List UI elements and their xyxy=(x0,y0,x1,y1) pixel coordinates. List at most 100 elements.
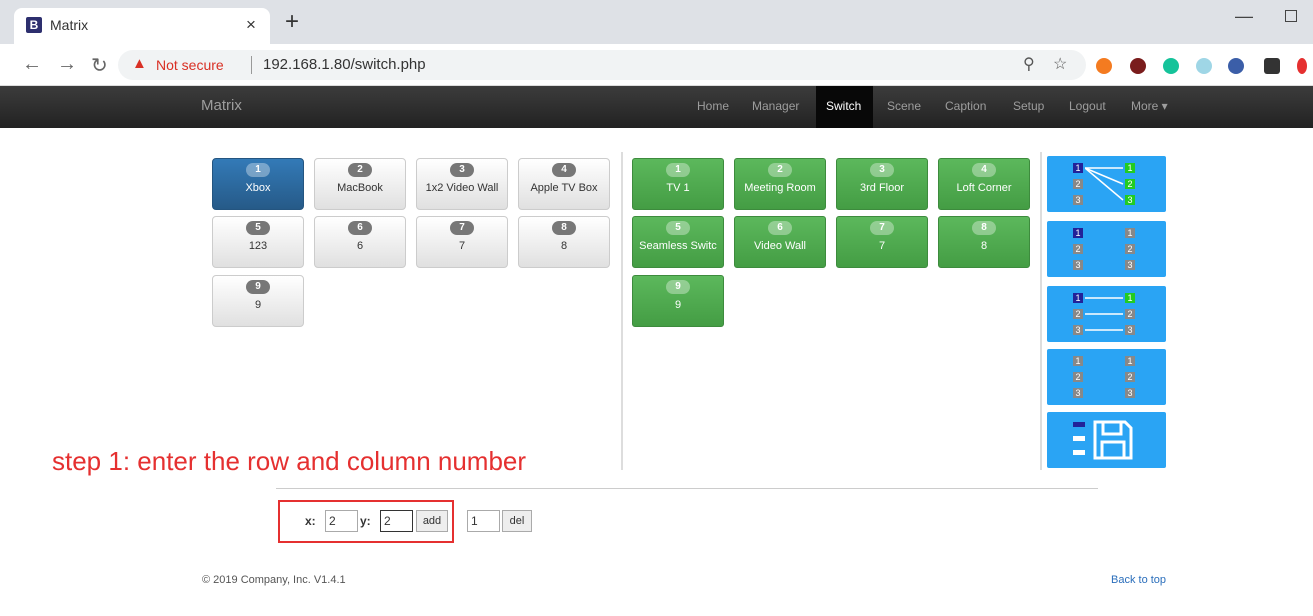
source-number-badge: 4 xyxy=(552,163,576,177)
destination-button[interactable]: 5 Seamless Switc xyxy=(632,216,724,268)
preset-clear-button[interactable]: 1 2 3 1 2 3 xyxy=(1047,221,1166,277)
back-to-top-link[interactable]: Back to top xyxy=(1111,574,1166,586)
nav-scene[interactable]: Scene xyxy=(887,99,921,113)
omnibox[interactable]: ▲ Not secure 192.168.1.80/switch.php ⚲ ☆ xyxy=(118,50,1086,80)
extension-icon[interactable] xyxy=(1096,58,1112,74)
preset-output-number: 1 xyxy=(1125,356,1135,366)
source-button[interactable]: 3 1x2 Video Wall xyxy=(416,158,508,210)
zoom-icon[interactable]: ⚲ xyxy=(1023,54,1035,74)
restore-window-icon[interactable] xyxy=(1285,10,1297,22)
extension-icon[interactable] xyxy=(1228,58,1244,74)
source-button[interactable]: 1 Xbox xyxy=(212,158,304,210)
source-button[interactable]: 4 Apple TV Box xyxy=(518,158,610,210)
site-navbar: Matrix Home Manager Switch Scene Caption… xyxy=(0,86,1313,128)
puzzle-extensions-icon[interactable] xyxy=(1264,58,1280,74)
preset-output-number: 3 xyxy=(1125,260,1135,270)
x-label: x: xyxy=(305,514,316,528)
destination-label: 8 xyxy=(980,240,988,252)
preset-output-number: 2 xyxy=(1125,244,1135,254)
preset-diagonal-button[interactable]: 1 2 3 1 2 3 xyxy=(1047,156,1166,212)
destination-button[interactable]: 2 Meeting Room xyxy=(734,158,826,210)
browser-tab[interactable]: B Matrix × xyxy=(14,8,270,44)
close-tab-icon[interactable]: × xyxy=(246,15,256,35)
preset-output-number: 3 xyxy=(1125,195,1135,205)
source-button[interactable]: 2 MacBook xyxy=(314,158,406,210)
source-number-badge: 8 xyxy=(552,221,576,235)
destination-button[interactable]: 3 3rd Floor xyxy=(836,158,928,210)
preset-input-number: 2 xyxy=(1073,179,1083,189)
preset-output-number: 3 xyxy=(1125,325,1135,335)
omnibox-separator xyxy=(251,56,252,74)
nav-more-dropdown[interactable]: More ▾ xyxy=(1131,99,1168,113)
delete-button[interactable]: del xyxy=(502,510,532,532)
source-number-badge: 5 xyxy=(246,221,270,235)
preset-output-number: 3 xyxy=(1125,388,1135,398)
back-arrow-icon[interactable]: ← xyxy=(22,53,42,76)
routing-lines-icon xyxy=(1085,297,1123,331)
destination-number-badge: 6 xyxy=(768,221,792,235)
y-label: y: xyxy=(360,514,371,528)
extension-icon[interactable] xyxy=(1130,58,1146,74)
preset-input-number: 2 xyxy=(1073,244,1083,254)
destination-button[interactable]: 9 9 xyxy=(632,275,724,327)
not-secure-label[interactable]: Not secure xyxy=(156,57,224,73)
nav-logout[interactable]: Logout xyxy=(1069,99,1106,113)
extension-icon[interactable] xyxy=(1196,58,1212,74)
warning-icon: ▲ xyxy=(132,55,147,72)
list-bar-icon xyxy=(1073,422,1085,427)
source-label: 8 xyxy=(560,240,568,252)
source-button[interactable]: 8 8 xyxy=(518,216,610,268)
destination-label: Meeting Room xyxy=(744,182,816,194)
forward-arrow-icon[interactable]: → xyxy=(57,53,77,76)
x-input[interactable] xyxy=(325,510,358,532)
destination-button[interactable]: 1 TV 1 xyxy=(632,158,724,210)
nav-home[interactable]: Home xyxy=(697,99,729,113)
destination-button[interactable]: 8 8 xyxy=(938,216,1030,268)
new-tab-icon[interactable]: + xyxy=(285,8,299,36)
source-label: 6 xyxy=(356,240,364,252)
source-label: Apple TV Box xyxy=(530,182,598,194)
y-input[interactable] xyxy=(380,510,413,532)
url-text[interactable]: 192.168.1.80/switch.php xyxy=(263,56,426,73)
source-button[interactable]: 7 7 xyxy=(416,216,508,268)
preset-clear-button[interactable]: 1 2 3 1 2 3 xyxy=(1047,349,1166,405)
preset-input-number: 2 xyxy=(1073,372,1083,382)
destination-button[interactable]: 6 Video Wall xyxy=(734,216,826,268)
preset-input-number: 2 xyxy=(1073,309,1083,319)
destination-number-badge: 2 xyxy=(768,163,792,177)
site-brand[interactable]: Matrix xyxy=(201,97,242,114)
horizontal-rule xyxy=(276,488,1098,489)
preset-input-number: 3 xyxy=(1073,388,1083,398)
source-label: MacBook xyxy=(337,182,383,194)
source-button[interactable]: 5 123 xyxy=(212,216,304,268)
nav-setup[interactable]: Setup xyxy=(1013,99,1044,113)
grammarly-icon[interactable] xyxy=(1163,58,1179,74)
favicon-icon: B xyxy=(26,17,42,33)
panel-divider xyxy=(621,152,623,470)
save-preset-button[interactable] xyxy=(1047,412,1166,468)
extension-icon[interactable] xyxy=(1297,58,1307,74)
delete-index-input[interactable] xyxy=(467,510,500,532)
bookmark-star-icon[interactable]: ☆ xyxy=(1053,54,1067,74)
preset-input-number: 1 xyxy=(1073,163,1083,173)
destination-number-badge: 8 xyxy=(972,221,996,235)
destination-label: Loft Corner xyxy=(956,182,1012,194)
preset-output-number: 2 xyxy=(1125,372,1135,382)
nav-switch[interactable]: Switch xyxy=(826,99,861,113)
reload-icon[interactable]: ↻ xyxy=(91,53,108,78)
minimize-icon[interactable]: — xyxy=(1235,6,1253,27)
preset-input-number: 3 xyxy=(1073,195,1083,205)
source-label: 1x2 Video Wall xyxy=(425,182,499,194)
destination-button[interactable]: 7 7 xyxy=(836,216,928,268)
source-number-badge: 9 xyxy=(246,280,270,294)
nav-caption[interactable]: Caption xyxy=(945,99,986,113)
preset-straight-button[interactable]: 1 2 3 1 2 3 xyxy=(1047,286,1166,342)
source-button[interactable]: 6 6 xyxy=(314,216,406,268)
destination-label: TV 1 xyxy=(666,182,690,194)
nav-manager[interactable]: Manager xyxy=(752,99,799,113)
destination-button[interactable]: 4 Loft Corner xyxy=(938,158,1030,210)
source-button[interactable]: 9 9 xyxy=(212,275,304,327)
destination-label: Video Wall xyxy=(754,240,806,252)
add-button[interactable]: add xyxy=(416,510,448,532)
panel-divider xyxy=(1040,152,1042,470)
